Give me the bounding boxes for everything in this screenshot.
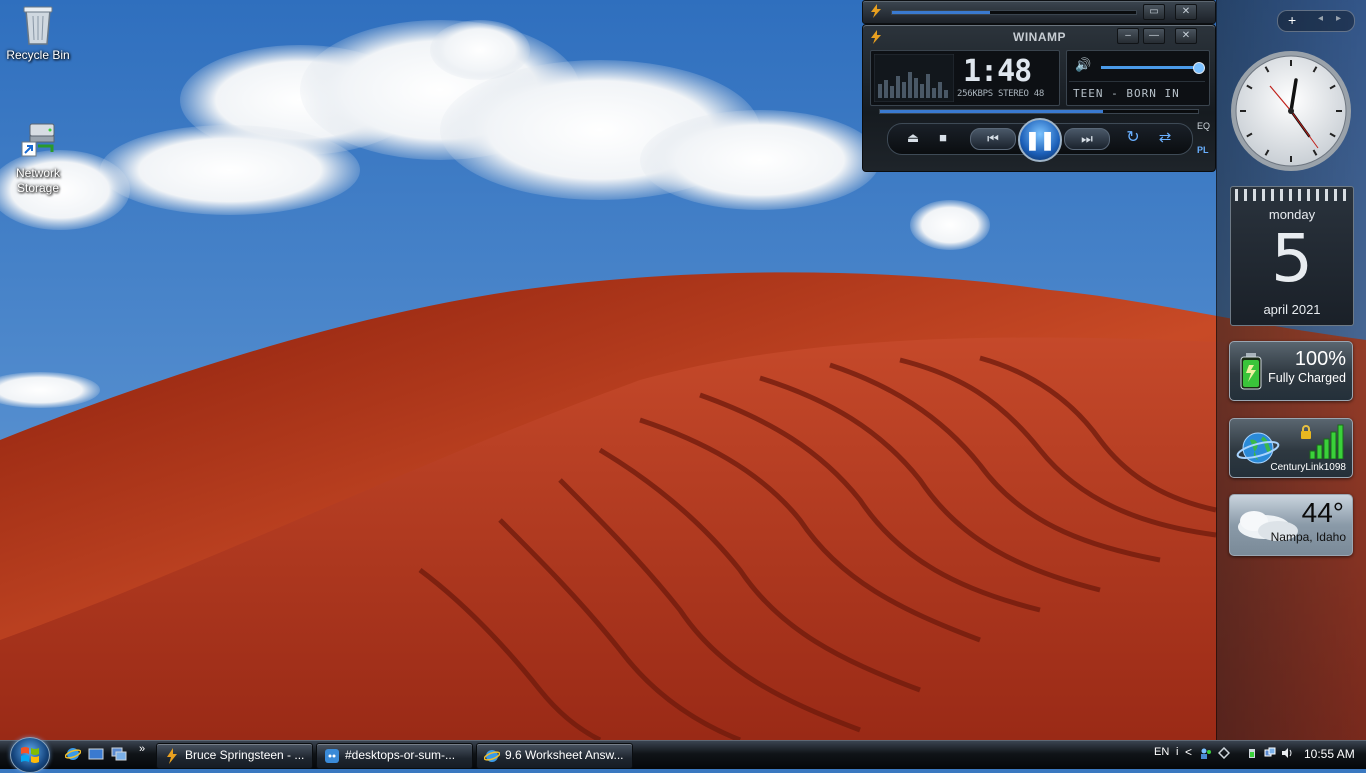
clock[interactable]: 10:55 AM — [1304, 747, 1355, 761]
show-desktop-icon[interactable] — [88, 746, 104, 762]
battery-icon — [1240, 353, 1262, 390]
winamp-seek-bar[interactable] — [879, 109, 1199, 114]
shuffle-button[interactable]: ⇄ — [1156, 128, 1174, 148]
network-tray-icon[interactable] — [1218, 747, 1230, 759]
playlist-toggle[interactable]: PL — [1197, 145, 1209, 155]
discord-icon — [325, 749, 339, 763]
winamp-player: WINAMP – — ✕ 1:48 256KBPS STEREO 48 🔊 TE… — [862, 24, 1216, 172]
power-icon[interactable] — [1247, 747, 1259, 759]
desktop-icon-label: Network Storage — [15, 166, 60, 195]
add-gadget-button[interactable]: + — [1288, 12, 1296, 28]
sidebar-controls: + ◂ ▸ — [1277, 10, 1355, 32]
next-page-icon[interactable]: ▸ — [1336, 13, 1341, 24]
task-button-winamp[interactable]: Bruce Springsteen - ... — [156, 743, 313, 769]
repeat-button[interactable]: ↻ — [1124, 128, 1142, 148]
winamp-icon — [167, 748, 177, 764]
weather-gadget[interactable]: 44° Nampa, Idaho — [1229, 494, 1353, 556]
winamp-bolt-icon — [871, 30, 881, 44]
desktop-icon-label: Recycle Bin — [6, 48, 70, 62]
task-label: Bruce Springsteen - ... — [185, 748, 305, 762]
ie-quicklaunch-icon[interactable] — [65, 746, 81, 762]
winamp-shade-button[interactable]: — — [1143, 28, 1165, 44]
volume-tray-icon[interactable] — [1281, 747, 1293, 759]
signal-strength-icon — [1309, 424, 1344, 459]
tray-expand-icon[interactable]: < — [1185, 745, 1192, 759]
weather-temperature: 44° — [1301, 497, 1344, 528]
battery-percent: 100% — [1294, 348, 1346, 370]
windows-logo-icon — [21, 747, 39, 763]
winamp-song-ticker[interactable]: TEEN - BORN IN — [1073, 87, 1180, 100]
pause-button[interactable]: ❚❚ — [1018, 118, 1062, 162]
task-label: 9.6 Worksheet Answ... — [505, 748, 624, 762]
weather-location: Nampa, Idaho — [1270, 530, 1346, 544]
eject-button[interactable]: ⏏ — [904, 128, 922, 148]
wifi-gadget[interactable]: CenturyLink1098 — [1229, 418, 1353, 478]
volume-knob[interactable] — [1193, 62, 1205, 74]
speaker-icon: 🔊 — [1075, 57, 1092, 72]
volume-fill — [1101, 66, 1198, 69]
recycle-bin-icon — [18, 2, 58, 46]
winamp-volume-panel: 🔊 TEEN - BORN IN — [1066, 50, 1210, 106]
network-storage-icon — [18, 120, 58, 164]
winamp-seek-mini[interactable] — [891, 10, 1137, 15]
calendar-month-year: april 2021 — [1263, 302, 1321, 317]
winamp-transport: ⏏ ■ ⏮ ❚❚ ⏭ ↻ ⇄ — [887, 118, 1193, 162]
language-indicator[interactable]: EN — [1154, 746, 1169, 758]
wifi-network-name: CenturyLink1098 — [1270, 462, 1346, 473]
stop-button[interactable]: ■ — [934, 128, 952, 148]
desktop-icon-recycle-bin[interactable]: Recycle Bin — [0, 2, 76, 63]
windows-sidebar: + ◂ ▸ monday 5 april 2021 100% Fully Cha… — [1216, 0, 1366, 740]
winamp-bolt-icon — [871, 4, 881, 18]
visualizer — [874, 54, 954, 102]
battery-gadget[interactable]: 100% Fully Charged — [1229, 341, 1353, 401]
calendar-gadget[interactable]: monday 5 april 2021 — [1230, 186, 1354, 326]
switch-windows-icon[interactable] — [111, 746, 127, 762]
wireless-tray-icon[interactable] — [1264, 747, 1276, 759]
tray-info-icon[interactable]: i — [1176, 746, 1178, 758]
eq-toggle[interactable]: EQ — [1197, 121, 1210, 131]
winamp-close-button[interactable]: ✕ — [1175, 4, 1197, 20]
winamp-compact-bar[interactable]: ▭ ✕ — [862, 0, 1216, 24]
task-button-ie[interactable]: 9.6 Worksheet Answ... — [476, 743, 633, 769]
battery-status: Fully Charged — [1268, 371, 1346, 385]
users-icon[interactable] — [1200, 747, 1212, 759]
prev-page-icon[interactable]: ◂ — [1318, 13, 1323, 24]
winamp-title: WINAMP — [1013, 30, 1066, 44]
next-button[interactable]: ⏭ — [1064, 128, 1110, 150]
volume-slider[interactable] — [1101, 62, 1205, 74]
task-button-discord[interactable]: #desktops-or-sum-... — [316, 743, 473, 769]
calendar-rings — [1235, 189, 1346, 201]
winamp-bitrate-info: 256KBPS STEREO 48 — [957, 89, 1045, 99]
quicklaunch-overflow-button[interactable]: » — [139, 743, 145, 755]
winamp-close-button[interactable]: ✕ — [1175, 28, 1197, 44]
taskbar: » Bruce Springsteen - ... #desktops-or-s… — [0, 737, 1366, 773]
winamp-minimize-button[interactable]: – — [1117, 28, 1139, 44]
clock-gadget[interactable] — [1230, 50, 1352, 172]
winamp-restore-button[interactable]: ▭ — [1143, 4, 1165, 20]
winamp-time-display[interactable]: 1:48 — [963, 54, 1032, 89]
calendar-date: 5 — [1271, 220, 1313, 297]
previous-button[interactable]: ⏮ — [970, 128, 1016, 150]
seek-fill — [880, 110, 1103, 113]
winamp-display: 1:48 256KBPS STEREO 48 — [870, 50, 1060, 106]
task-label: #desktops-or-sum-... — [345, 748, 456, 762]
desktop-icon-network-storage[interactable]: Network Storage — [0, 120, 76, 196]
ie-icon — [484, 750, 500, 762]
